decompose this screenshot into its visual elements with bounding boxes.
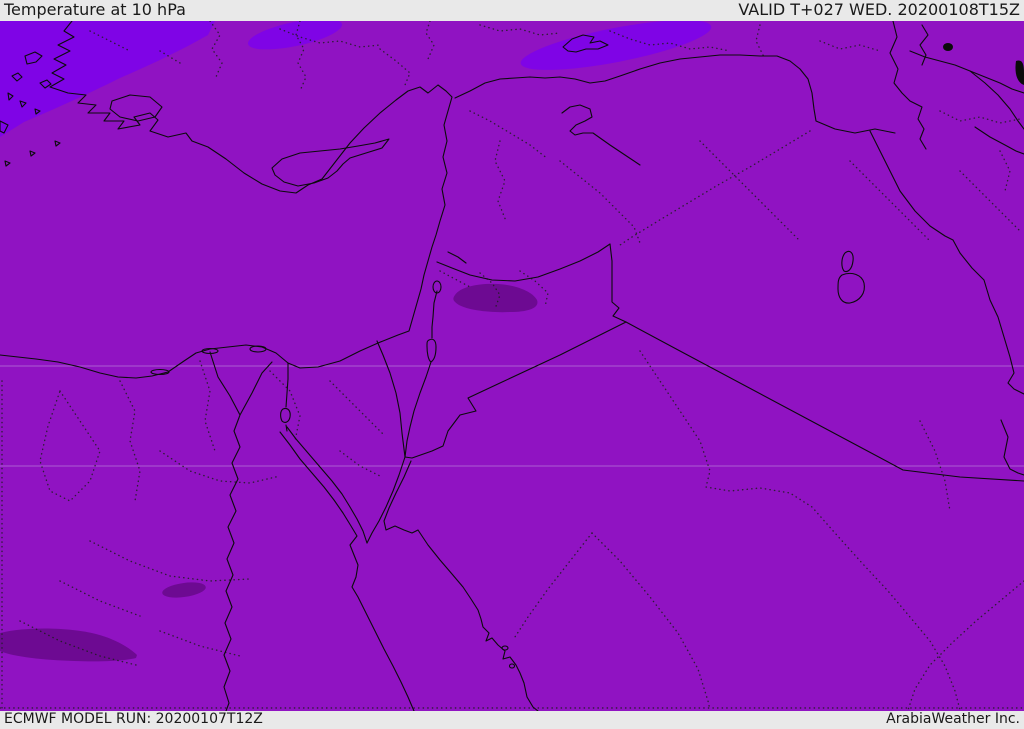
weather-map-app: Temperature at 10 hPa VALID T+027 WED. 2… <box>0 0 1024 729</box>
map-title: Temperature at 10 hPa <box>4 0 186 19</box>
header-bar: Temperature at 10 hPa VALID T+027 WED. 2… <box>0 0 1024 21</box>
model-run-label: ECMWF MODEL RUN: 20200107T12Z <box>4 711 263 727</box>
weather-map <box>0 21 1024 711</box>
credit-label: ArabiaWeather Inc. <box>886 711 1020 727</box>
valid-time-label: VALID T+027 WED. 20200108T15Z <box>738 0 1020 19</box>
lake-sevan <box>943 43 953 51</box>
footer-bar: ECMWF MODEL RUN: 20200107T12Z ArabiaWeat… <box>0 711 1024 729</box>
map-area[interactable] <box>0 21 1024 711</box>
